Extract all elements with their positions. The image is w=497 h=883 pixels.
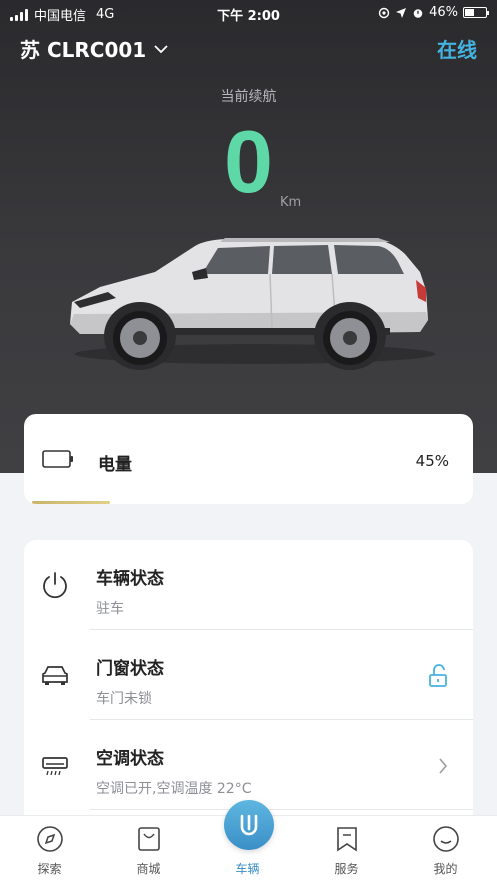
status-title: 空调状态 bbox=[96, 749, 164, 769]
air-conditioner-icon bbox=[42, 757, 68, 776]
location-arrow-icon bbox=[396, 7, 407, 18]
battery-icon bbox=[463, 7, 489, 18]
compass-icon bbox=[37, 826, 63, 852]
battery-progress-fill bbox=[32, 501, 110, 504]
range-value: 0 bbox=[224, 112, 273, 211]
nav-label: 商城 bbox=[136, 862, 161, 876]
status-subtitle: 驻车 bbox=[96, 601, 124, 617]
connection-status: 在线 bbox=[437, 38, 477, 62]
battery-value: 45% bbox=[415, 452, 449, 470]
status-title: 车辆状态 bbox=[96, 569, 164, 589]
nav-item-explore[interactable]: 探索 bbox=[0, 816, 99, 883]
nav-item-mall[interactable]: 商城 bbox=[99, 816, 198, 883]
nav-item-profile[interactable]: 我的 bbox=[396, 816, 495, 883]
nav-label: 车辆 bbox=[235, 862, 260, 876]
alarm-icon bbox=[413, 8, 423, 18]
vehicle-name: 苏 CLRC001 bbox=[20, 38, 147, 62]
vehicle-tab-button[interactable] bbox=[224, 800, 274, 850]
vehicle-logo-icon bbox=[240, 814, 258, 836]
status-bar: 中国电信 4G 下午 2:00 46% bbox=[0, 0, 497, 26]
battery-progress-track bbox=[32, 501, 465, 504]
nav-label: 探索 bbox=[37, 862, 62, 876]
location-lock-icon bbox=[378, 7, 390, 18]
battery-icon bbox=[42, 450, 73, 468]
battery-title: 电量 bbox=[98, 455, 132, 475]
chevron-down-icon bbox=[154, 44, 168, 53]
nav-label: 我的 bbox=[433, 862, 458, 876]
car-image bbox=[70, 238, 435, 370]
shopping-bag-icon bbox=[138, 827, 160, 851]
vehicle-selector[interactable]: 苏 CLRC001 bbox=[20, 34, 168, 63]
bookmark-icon bbox=[337, 827, 357, 852]
status-row-doors[interactable]: 门窗状态 车门未锁 bbox=[24, 630, 473, 720]
chevron-right-icon bbox=[439, 758, 448, 774]
status-title: 门窗状态 bbox=[96, 659, 164, 679]
car-front-icon bbox=[42, 666, 68, 685]
nav-item-service[interactable]: 服务 bbox=[297, 816, 396, 883]
unlock-icon[interactable] bbox=[427, 664, 449, 688]
range-label: 当前续航 bbox=[220, 89, 277, 105]
status-row-ac[interactable]: 空调状态 空调已开,空调温度 22°C bbox=[24, 720, 473, 810]
status-row-vehicle[interactable]: 车辆状态 驻车 bbox=[24, 540, 473, 630]
battery-card[interactable]: 电量 45% bbox=[24, 414, 473, 504]
status-subtitle: 空调已开,空调温度 22°C bbox=[96, 781, 252, 797]
smile-icon bbox=[433, 826, 459, 852]
vehicle-status-list: 车辆状态 驻车 门窗状态 车门未锁 空调状态 空调已开,空调温度 22°C bbox=[24, 540, 473, 830]
power-icon bbox=[43, 572, 67, 599]
nav-label: 服务 bbox=[334, 862, 359, 876]
range-unit: Km bbox=[280, 195, 302, 210]
status-subtitle: 车门未锁 bbox=[96, 691, 152, 707]
battery-percent: 46% bbox=[429, 5, 458, 20]
